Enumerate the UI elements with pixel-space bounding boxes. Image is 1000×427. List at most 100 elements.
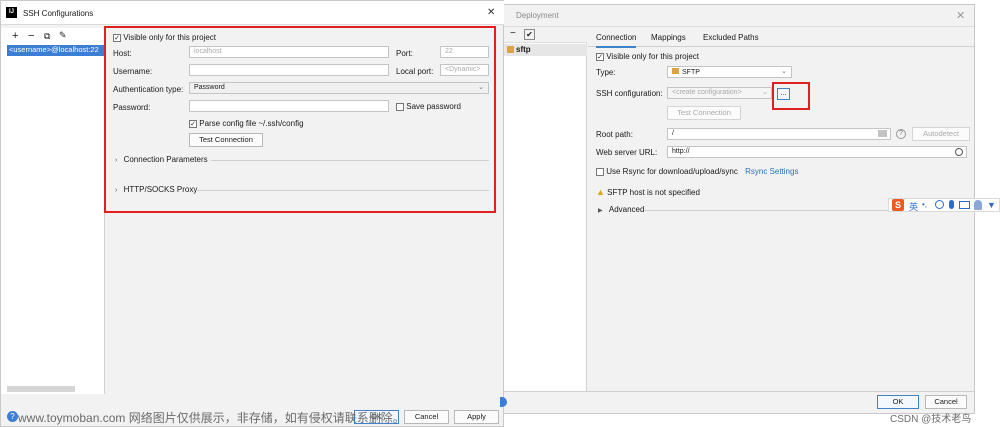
username-label: Username: xyxy=(113,67,153,76)
type-label: Type: xyxy=(596,68,616,77)
globe-icon[interactable] xyxy=(955,148,963,156)
help-icon[interactable]: ? xyxy=(7,411,18,422)
save-password-label: Save password xyxy=(406,102,461,111)
deployment-title-bar: Deployment ✕ xyxy=(504,5,974,27)
password-label: Password: xyxy=(113,103,151,112)
server-list-toolbar: − ✔ xyxy=(504,27,587,43)
remove-icon[interactable]: − xyxy=(28,30,34,42)
server-name: sftp xyxy=(516,45,531,54)
type-value: SFTP xyxy=(682,69,700,76)
sftp-icon xyxy=(507,46,514,53)
folder-icon[interactable] xyxy=(878,130,887,137)
proxy-section[interactable]: › HTTP/SOCKS Proxy xyxy=(115,185,197,194)
web-url-label: Web server URL: xyxy=(596,148,658,157)
ssh-config-value: <create configuration> xyxy=(672,89,742,96)
language-toggle[interactable]: 英 xyxy=(909,200,918,213)
visible-only-label: Visible only for this project xyxy=(606,52,700,61)
remove-icon[interactable]: − xyxy=(510,28,516,39)
warning-icon: ▲ xyxy=(596,187,605,197)
skin-icon[interactable]: ▼ xyxy=(987,200,996,210)
local-port-field[interactable]: <Dynamic> xyxy=(440,64,489,76)
rsync-settings-link[interactable]: Rsync Settings xyxy=(745,167,798,176)
apply-button[interactable]: Apply xyxy=(454,410,499,424)
visible-only-checkbox[interactable]: ✓ Visible only for this project xyxy=(596,52,699,61)
type-select[interactable]: SFTP ⌄ xyxy=(667,66,792,78)
password-field[interactable] xyxy=(189,100,389,112)
chevron-down-icon: ⌄ xyxy=(762,89,768,96)
warning-row: ▲ SFTP host is not specified xyxy=(596,187,700,197)
server-list-item[interactable]: sftp xyxy=(504,44,587,56)
checkbox-unchecked[interactable] xyxy=(396,102,404,111)
microphone-icon[interactable] xyxy=(949,200,954,209)
test-connection-button[interactable]: Test Connection xyxy=(189,133,263,147)
advanced-section[interactable]: ▶ Advanced xyxy=(598,205,644,214)
visible-only-checkbox[interactable]: ✓ Visible only for this project xyxy=(113,33,216,42)
checkbox-checked[interactable]: ✓ xyxy=(596,52,604,61)
parse-config-checkbox[interactable]: ✓ Parse config file ~/.ssh/config xyxy=(189,119,304,128)
browse-button[interactable]: ... xyxy=(777,88,790,100)
config-list-item[interactable]: <username>@localhost:22 xyxy=(7,45,105,56)
checkbox-checked[interactable]: ✓ xyxy=(189,119,197,128)
cancel-button[interactable]: Cancel xyxy=(925,395,967,409)
parse-config-label: Parse config file ~/.ssh/config xyxy=(199,119,304,128)
deployment-tabs: Connection Mappings Excluded Paths xyxy=(588,27,974,48)
tab-excluded-paths[interactable]: Excluded Paths xyxy=(703,33,759,42)
divider xyxy=(644,210,889,211)
test-connection-button[interactable]: Test Connection xyxy=(667,106,741,120)
close-icon[interactable]: ✕ xyxy=(487,7,495,18)
username-field[interactable] xyxy=(189,64,389,76)
help-icon[interactable]: ? xyxy=(896,129,906,139)
connection-parameters-section[interactable]: › Connection Parameters xyxy=(115,155,208,164)
chevron-down-icon: ⌄ xyxy=(478,84,484,91)
edit-icon[interactable]: ✎ xyxy=(59,30,67,41)
ok-button[interactable]: OK xyxy=(877,395,919,409)
connection-parameters-label: Connection Parameters xyxy=(123,155,208,164)
root-path-value: / xyxy=(672,130,674,137)
ssh-title-bar: IJ SSH Configurations ✕ xyxy=(1,1,504,25)
tab-mappings[interactable]: Mappings xyxy=(651,33,686,42)
root-path-field[interactable]: / xyxy=(667,128,891,140)
punctuation-icon[interactable]: •, xyxy=(922,200,927,209)
web-url-value: http:// xyxy=(672,148,690,155)
ssh-config-select[interactable]: <create configuration> ⌄ xyxy=(667,87,772,99)
server-list-panel: − ✔ sftp xyxy=(504,27,587,391)
proxy-label: HTTP/SOCKS Proxy xyxy=(123,185,198,194)
check-icon[interactable]: ✔ xyxy=(524,29,535,40)
chevron-right-icon: › xyxy=(115,187,118,194)
divider xyxy=(196,190,489,191)
auth-type-value: Password xyxy=(194,84,225,91)
chevron-right-icon: › xyxy=(115,157,118,164)
port-field[interactable]: 22 xyxy=(440,46,489,58)
cancel-button[interactable]: Cancel xyxy=(404,410,449,424)
rsync-label: Use Rsync for download/upload/sync xyxy=(606,167,738,176)
checkbox-checked[interactable]: ✓ xyxy=(113,33,121,42)
divider xyxy=(211,160,489,161)
emoji-icon[interactable] xyxy=(935,200,944,209)
auth-type-select[interactable]: Password ⌄ xyxy=(189,82,489,94)
advanced-label: Advanced xyxy=(608,205,645,214)
watermark-left: www.toymoban.com 网络图片仅供展示，非存储，如有侵权请联系删除。 xyxy=(18,411,405,425)
rsync-checkbox[interactable]: Use Rsync for download/upload/sync Rsync… xyxy=(596,167,798,176)
host-label: Host: xyxy=(113,49,132,58)
save-password-checkbox[interactable]: Save password xyxy=(396,102,461,111)
scrollbar[interactable] xyxy=(7,386,75,392)
footer-divider xyxy=(504,391,974,392)
checkbox-unchecked[interactable] xyxy=(596,167,604,176)
ssh-configurations-dialog: IJ SSH Configurations ✕ + − ⧉ ✎ <usernam… xyxy=(0,0,504,427)
sogou-logo-icon[interactable]: S xyxy=(892,199,904,211)
deployment-title: Deployment xyxy=(516,11,559,20)
user-icon[interactable] xyxy=(974,200,982,210)
visible-only-label: Visible only for this project xyxy=(123,33,217,42)
tab-connection[interactable]: Connection xyxy=(596,33,637,48)
auth-type-label: Authentication type: xyxy=(113,85,184,94)
copy-icon[interactable]: ⧉ xyxy=(44,31,50,42)
dialog-title: SSH Configurations xyxy=(23,9,94,18)
autodetect-button[interactable]: Autodetect xyxy=(912,127,970,141)
keyboard-icon[interactable] xyxy=(959,201,970,209)
web-url-field[interactable]: http:// xyxy=(667,146,967,158)
host-field[interactable]: localhost xyxy=(189,46,389,58)
sftp-icon xyxy=(672,68,679,74)
close-icon[interactable]: ✕ xyxy=(956,9,965,22)
add-icon[interactable]: + xyxy=(12,30,18,42)
config-list-panel: + − ⧉ ✎ <username>@localhost:22 xyxy=(1,28,105,394)
